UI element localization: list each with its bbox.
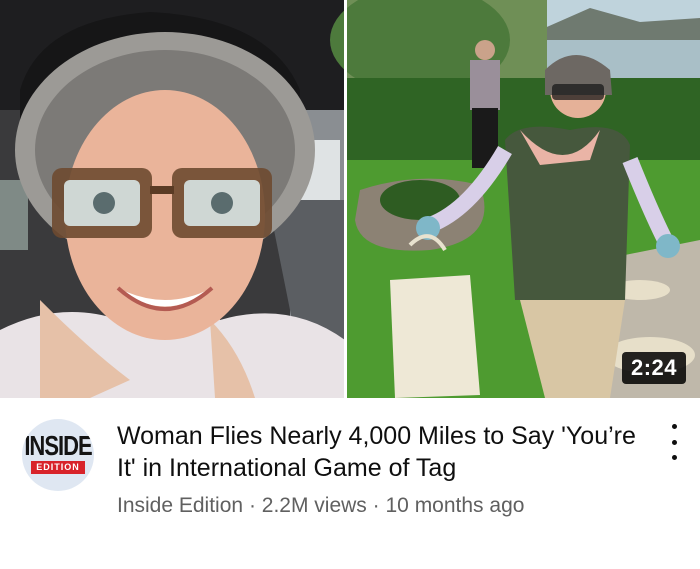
video-duration-badge: 2:24 xyxy=(621,352,686,384)
video-details: INSIDE EDITION Woman Flies Nearly 4,000 … xyxy=(0,398,700,569)
menu-dot xyxy=(671,455,677,460)
menu-dot xyxy=(671,439,677,445)
thumbnail-image xyxy=(0,0,700,398)
video-metadata-line: Inside Edition · 2.2M views · 10 months … xyxy=(117,494,657,518)
channel-name[interactable]: Inside Edition xyxy=(117,494,243,517)
more-options-icon[interactable] xyxy=(662,424,686,460)
metadata-separator: · xyxy=(248,494,256,517)
menu-dot xyxy=(671,424,677,429)
channel-logo-subtext: EDITION xyxy=(31,461,85,474)
video-title[interactable]: Woman Flies Nearly 4,000 Miles to Say 'Y… xyxy=(117,420,637,484)
metadata-separator: · xyxy=(372,494,380,517)
channel-avatar[interactable]: INSIDE EDITION xyxy=(22,419,94,491)
upload-age: 10 months ago xyxy=(385,494,525,517)
channel-logo-text: INSIDE xyxy=(24,429,92,461)
video-thumbnail[interactable]: 2:24 xyxy=(0,0,700,398)
view-count: 2.2M views xyxy=(261,494,367,517)
